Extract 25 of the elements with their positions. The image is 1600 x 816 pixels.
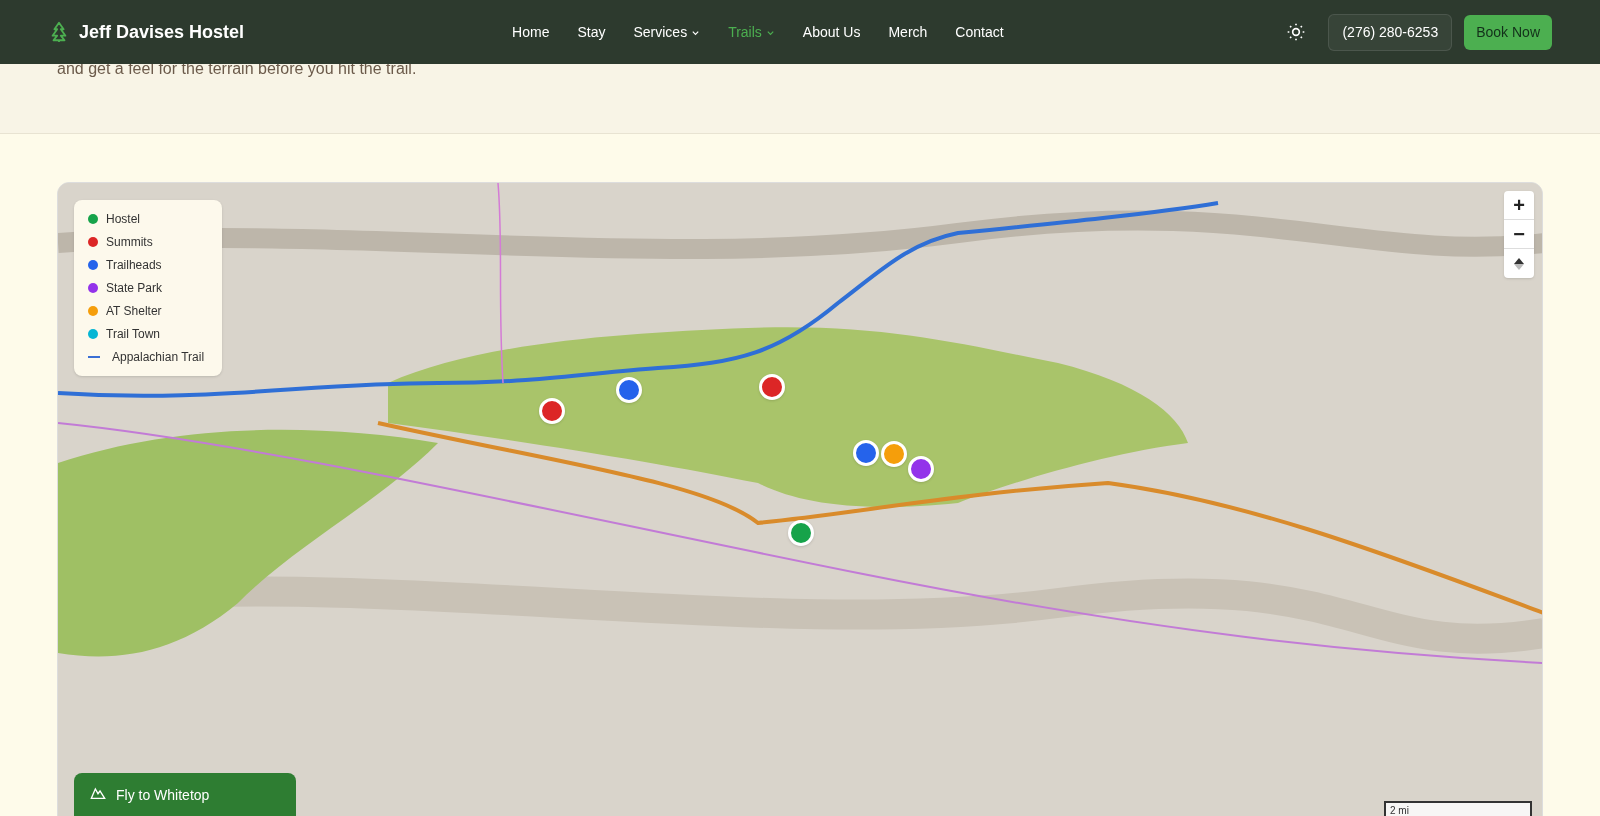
mountain-icon [90,785,106,801]
nav-link[interactable]: Trails [728,21,775,43]
legend-label: Trail Town [106,326,161,343]
phone-button[interactable]: (276) 280-6253 [1328,13,1453,51]
legend-label: Trailheads [106,257,162,274]
brand-name[interactable]: Jeff Davises Hostel [79,18,245,46]
book-now-button[interactable]: Book Now [1464,14,1552,50]
theme-toggle-sun-icon[interactable] [1286,22,1307,42]
legend-label: Summits [106,234,153,251]
nav-link[interactable]: Home [512,21,550,43]
legend-label: Appalachian Trail [112,349,205,366]
nav-link[interactable]: About Us [802,21,861,43]
nav-link[interactable]: Stay [577,21,606,43]
scale-bar: 2 mi [1384,801,1532,816]
nav-link[interactable]: Merch [888,21,928,43]
nav-link[interactable]: Services [633,21,701,43]
zoom-button[interactable]: − [1504,220,1534,249]
legend-label: AT Shelter [106,303,162,320]
zoom-button[interactable]: + [1504,191,1534,220]
legend-label: Hostel [106,211,140,228]
nav-link[interactable]: Contact [955,21,1004,43]
legend-label: State Park [106,280,163,297]
compass-icon [1513,256,1525,271]
fly-to-button[interactable]: Fly to Whitetop [74,773,296,816]
fly-to-label: Fly to Whitetop [116,786,210,805]
